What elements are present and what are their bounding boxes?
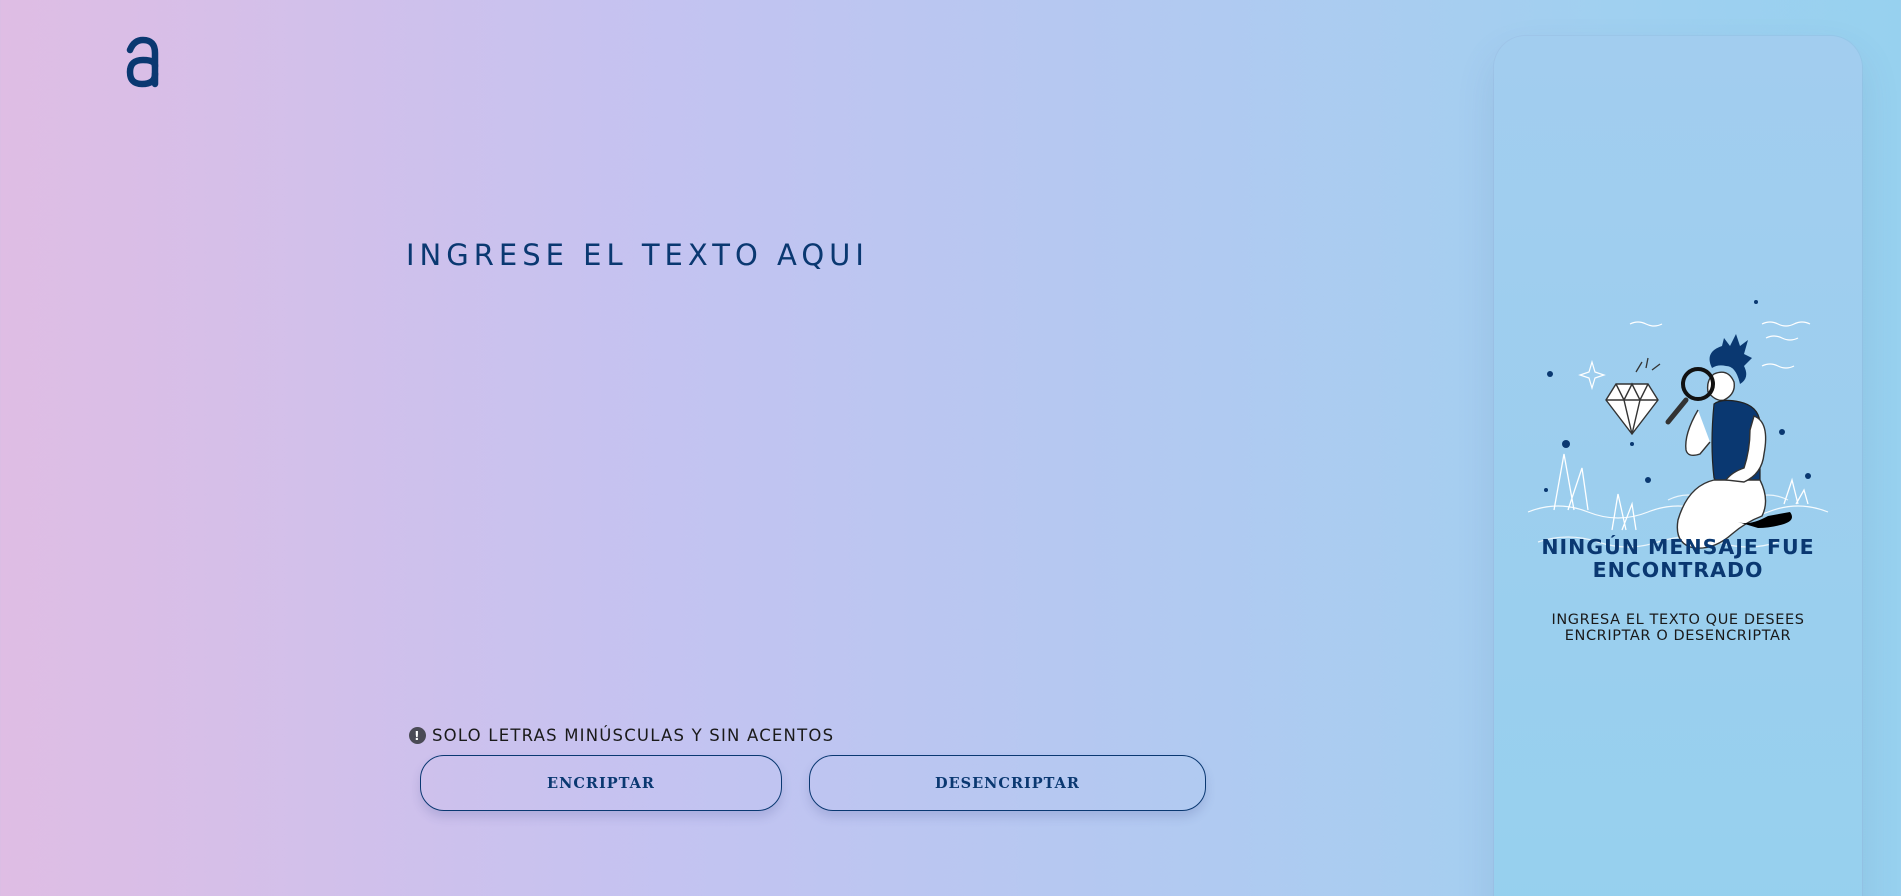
- encrypt-button[interactable]: ENCRIPTAR: [420, 755, 782, 811]
- person-with-magnifying-glass-illustration: [1527, 300, 1829, 549]
- hint-text: SOLO LETRAS MINÚSCULAS Y SIN ACENTOS: [432, 726, 835, 745]
- logo-icon: [126, 36, 159, 88]
- no-message-text: INGRESA EL TEXTO QUE DESEES ENCRIPTAR O …: [1551, 612, 1805, 644]
- decrypt-button[interactable]: DESENCRIPTAR: [809, 755, 1206, 811]
- result-panel: NINGÚN MENSAJE FUE ENCONTRADO INGRESA EL…: [1494, 36, 1862, 896]
- no-message-title: NINGÚN MENSAJE FUE ENCONTRADO: [1541, 535, 1815, 582]
- exclamation-circle-icon: !: [409, 727, 426, 744]
- text-input[interactable]: [406, 238, 1226, 698]
- input-hint: ! SOLO LETRAS MINÚSCULAS Y SIN ACENTOS: [409, 726, 834, 745]
